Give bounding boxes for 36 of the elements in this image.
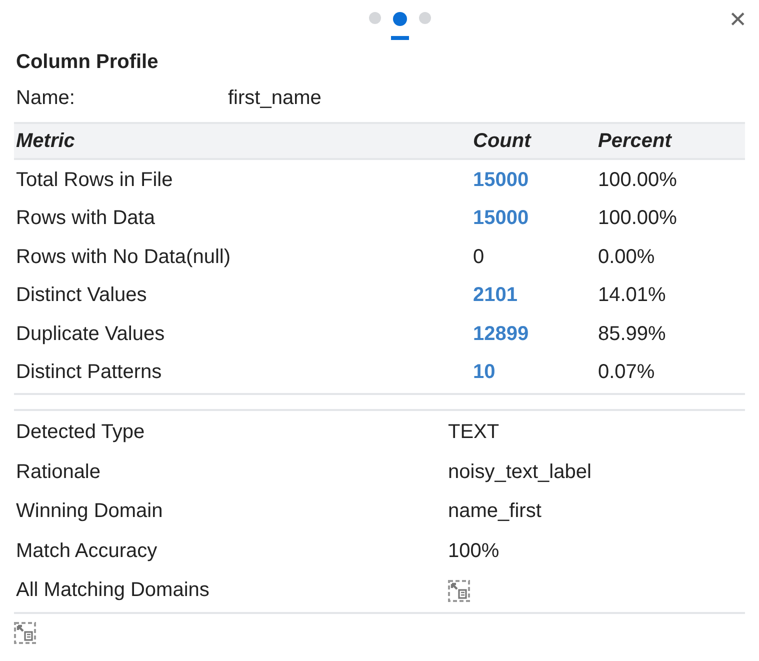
- expand-table-icon[interactable]: [448, 580, 470, 602]
- name-label: Name:: [16, 87, 76, 110]
- detail-label: Winning Domain: [16, 500, 164, 524]
- table-cell-text: Duplicate Values: [16, 322, 166, 346]
- table-cell-text: 85.99%: [598, 322, 667, 346]
- close-button[interactable]: ✕: [724, 6, 751, 35]
- table-cell-text: 100.00%: [598, 207, 678, 230]
- detail-value: noisy_text_label: [448, 460, 592, 484]
- table-cell-text: Rows with No Data(null): [16, 246, 232, 269]
- name-value: first_name: [228, 87, 322, 110]
- expand-table-icon[interactable]: [14, 622, 36, 644]
- detail-label: Detected Type: [16, 421, 146, 444]
- count-link[interactable]: 12899: [473, 322, 598, 346]
- column-header: Percent: [598, 130, 673, 153]
- detail-label: Rationale: [16, 460, 102, 484]
- table-cell-text: 14.01%: [598, 284, 667, 308]
- detail-value: TEXT: [448, 421, 500, 444]
- table-cell-text: Total Rows in File: [16, 168, 174, 192]
- detail-label: All Matching Domains: [16, 579, 210, 602]
- table-cell-text: Rows with Data: [16, 207, 156, 230]
- column-header: Metric: [16, 130, 76, 153]
- column-header: Count: [473, 130, 532, 153]
- table-cell-text: 0.00%: [598, 246, 656, 269]
- count-link[interactable]: 15000: [473, 207, 598, 230]
- count-link[interactable]: 2101: [473, 284, 598, 308]
- panel-title: Column Profile: [15, 50, 160, 75]
- count-link[interactable]: 15000: [473, 168, 598, 192]
- table-cell-text: Distinct Values: [16, 284, 148, 308]
- table-cell-text: Distinct Patterns: [16, 361, 163, 384]
- count-link[interactable]: 10: [473, 361, 598, 384]
- detail-label: Match Accuracy: [16, 540, 158, 563]
- table-cell-text: 0.07%: [598, 361, 656, 384]
- detail-value: name_first: [448, 500, 542, 524]
- table-cell-text: 0: [473, 246, 486, 269]
- detail-value: 100%: [448, 540, 500, 563]
- table-cell-text: 100.00%: [598, 168, 678, 192]
